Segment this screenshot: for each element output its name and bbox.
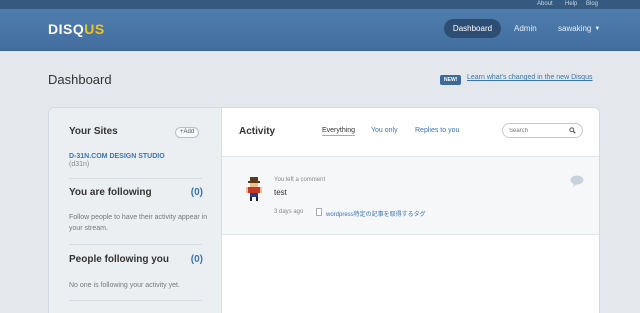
followers-heading: People following you [69,254,169,265]
top-navbar: DISQUS Dashboard Admin sawaking ▼ [0,9,640,51]
site-link[interactable]: D-31N.COM DESIGN STUDIO [69,153,165,160]
nav-admin[interactable]: Admin [514,19,537,38]
comment-time[interactable]: 3 days ago [274,209,303,215]
utility-bar: About Help Blog [0,0,640,9]
sidebar-divider [69,244,202,245]
page-title: Dashboard [48,72,112,87]
new-badge: NEW! [440,75,462,85]
followers-count[interactable]: (0) [191,254,203,265]
user-name: sawaking [558,24,592,33]
add-site-button[interactable]: +Add [175,127,200,138]
activity-meta: You left a comment [274,177,326,183]
speech-bubble-icon[interactable] [570,175,584,187]
activity-title: Activity [239,126,276,137]
following-heading: You are following [69,187,152,198]
whats-new-link[interactable]: Learn what's changed in the new Disqus [467,74,592,81]
followers-text: No one is following your activity yet. [69,282,180,289]
sidebar-divider [69,178,202,179]
search-box[interactable] [502,123,583,138]
avatar[interactable] [246,177,262,201]
filter-everything[interactable]: Everything [322,127,356,136]
help-link[interactable]: Help [565,0,577,9]
search-input[interactable] [509,126,567,135]
disqus-logo[interactable]: DISQUS [48,21,105,37]
activity-item: You left a comment test 3 days ago wordp… [222,157,599,235]
blog-link[interactable]: Blog [586,0,598,9]
following-count[interactable]: (0) [191,187,203,198]
sidebar-divider [69,300,202,301]
following-text: Follow people to have their activity app… [69,214,208,232]
nav-dashboard[interactable]: Dashboard [444,19,501,38]
about-link[interactable]: About [537,0,553,9]
site-shortname: (d31n) [69,161,90,168]
document-icon [316,208,322,216]
filter-replies[interactable]: Replies to you [415,127,459,134]
magnifier-icon[interactable] [569,127,576,134]
dashboard-card: Your Sites +Add D-31N.COM DESIGN STUDIO … [48,107,600,313]
thread-link[interactable]: wordpress特定の記事を取得するタグ [326,209,426,218]
user-menu[interactable]: sawaking ▼ [558,19,600,39]
filter-you-only[interactable]: You only [371,127,398,134]
comment-text: test [274,188,287,197]
your-sites-heading: Your Sites [69,126,118,137]
sidebar: Your Sites +Add D-31N.COM DESIGN STUDIO … [49,108,222,313]
caret-down-icon: ▼ [594,26,601,32]
